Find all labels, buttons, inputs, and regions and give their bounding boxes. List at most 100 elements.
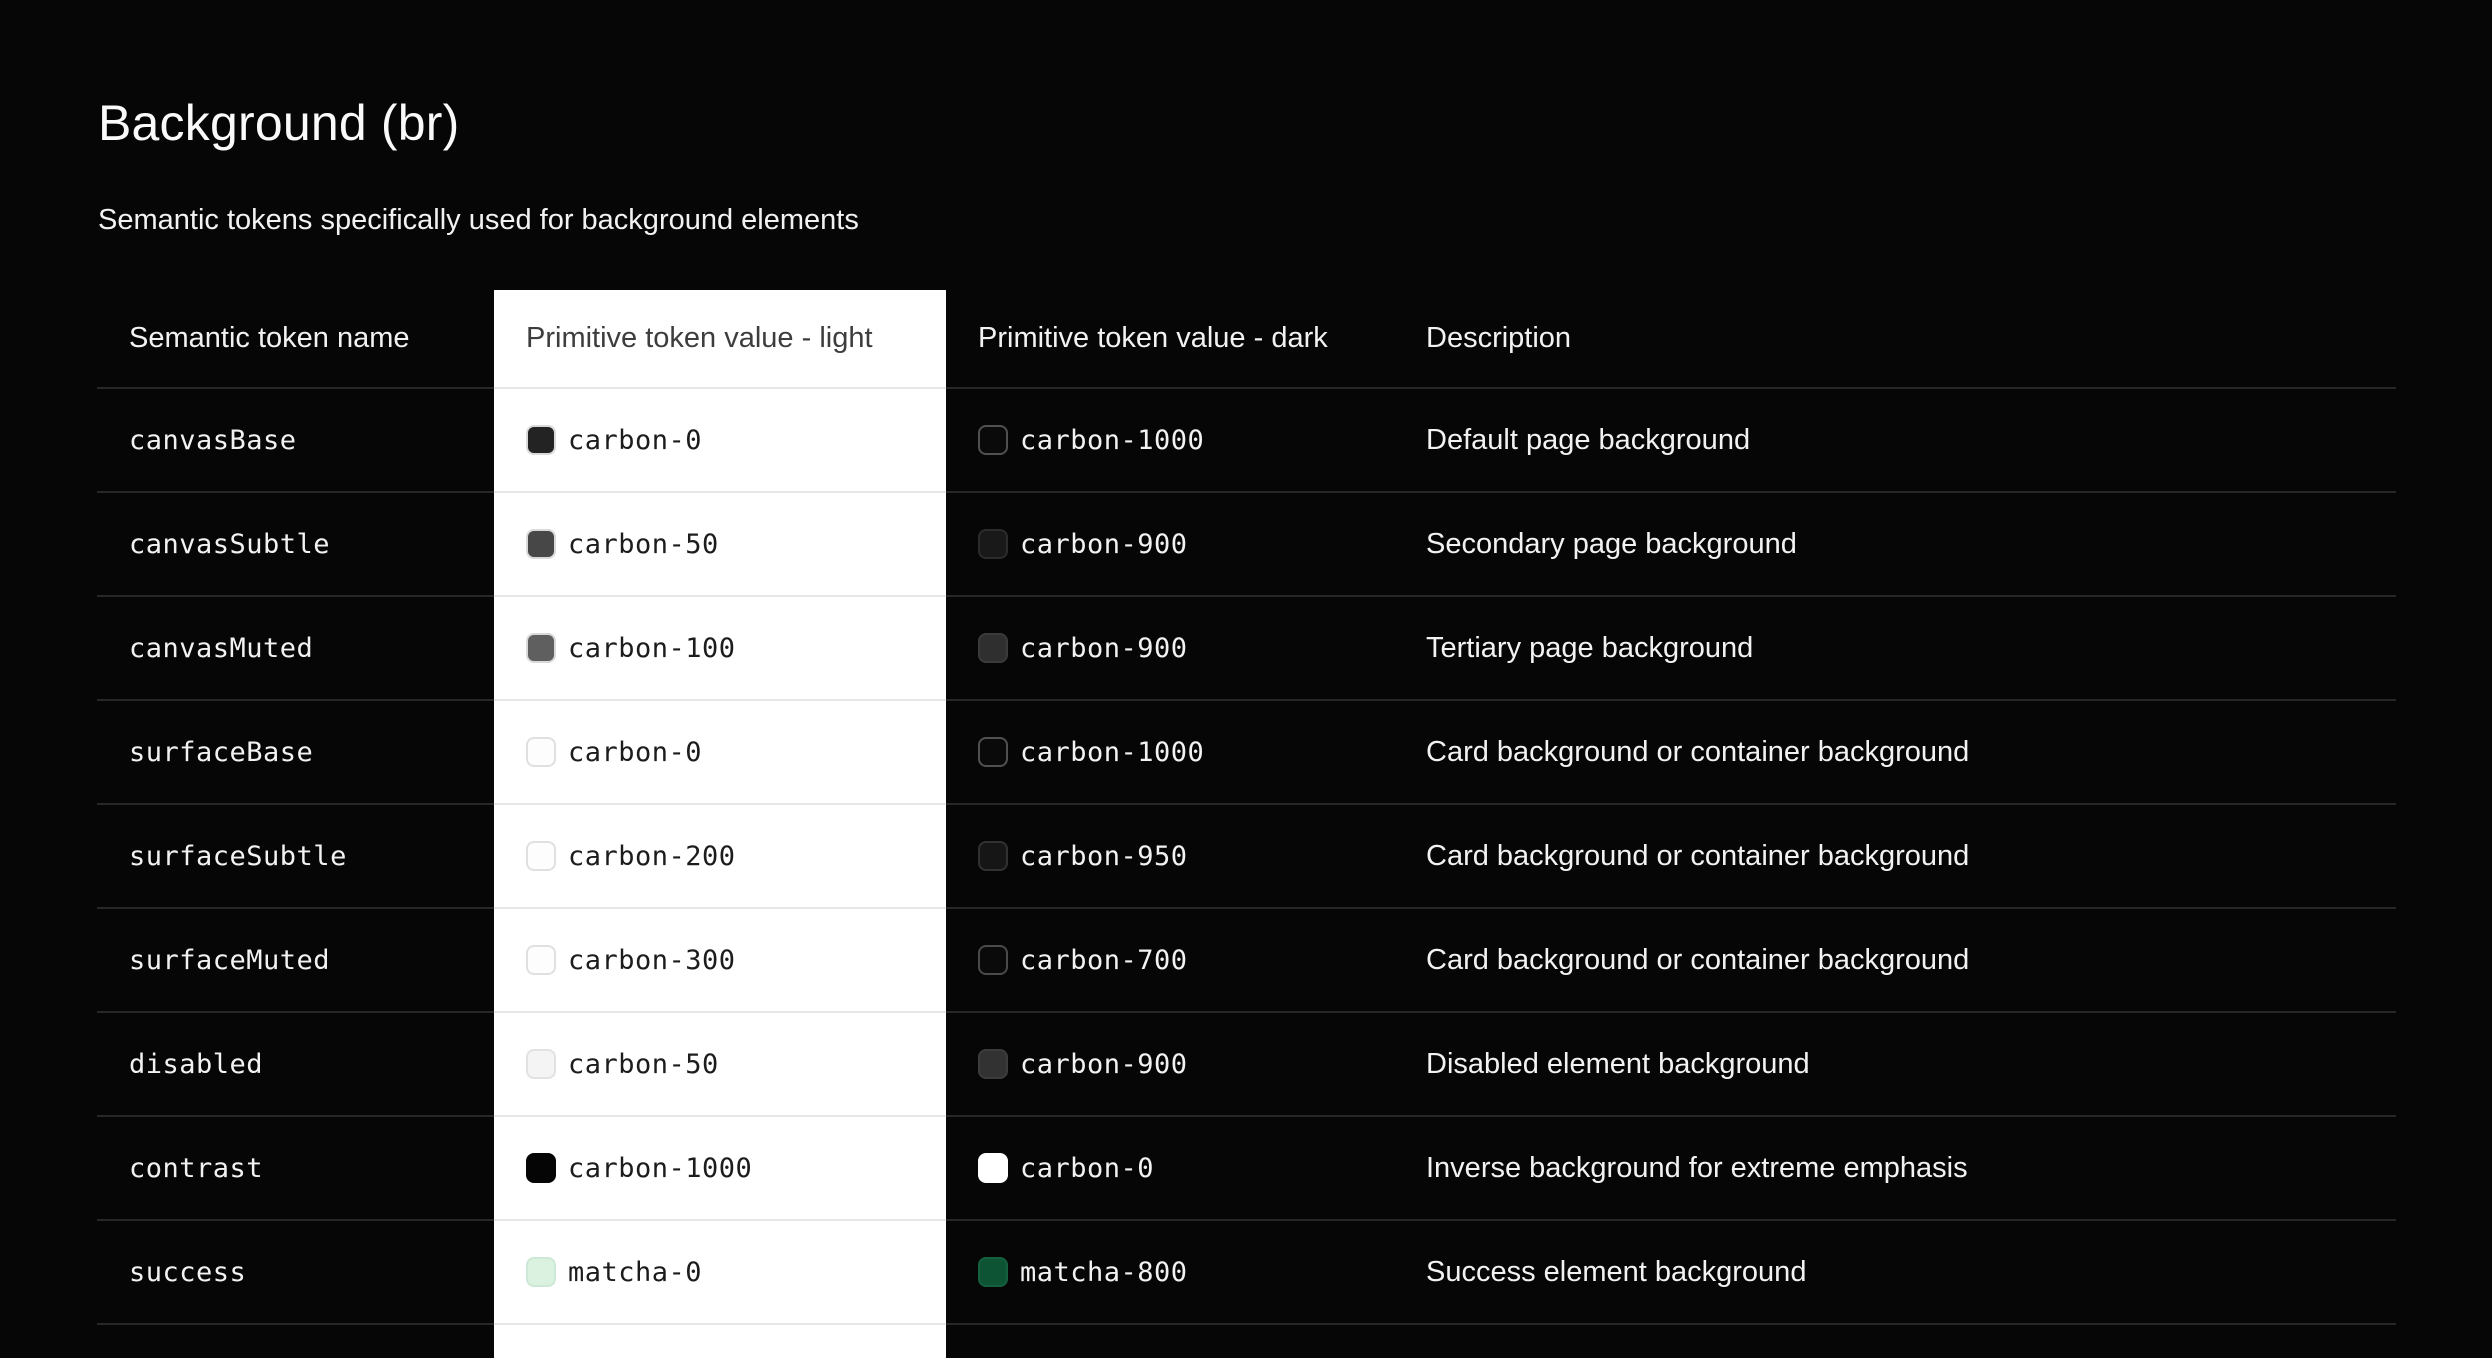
- light-color-swatch: [526, 633, 556, 663]
- token-description: Inverse background for extreme emphasis: [1426, 1151, 1968, 1184]
- light-value-cell: carbon-1000: [494, 1117, 946, 1221]
- token-name: disabled: [129, 1048, 264, 1080]
- dark-color-swatch: [978, 425, 1008, 455]
- dark-value-cell: carbon-900: [946, 1013, 1394, 1117]
- dark-value-cell: carbon-0: [946, 1117, 1394, 1221]
- light-value-cell: carbon-0: [494, 389, 946, 493]
- dark-value-cell: carbon-950: [946, 805, 1394, 909]
- dark-color-swatch: [978, 841, 1008, 871]
- dark-color-swatch: [978, 945, 1008, 975]
- description-cell: Tertiary page background: [1394, 597, 2396, 701]
- dark-value-cell: carbon-1000: [946, 389, 1394, 493]
- page-title: Background (br): [98, 95, 460, 151]
- light-token-value: carbon-0: [568, 424, 703, 456]
- light-color-swatch: [526, 1049, 556, 1079]
- dark-token-value: carbon-1000: [1020, 424, 1205, 456]
- light-token-value: carbon-50: [568, 1048, 719, 1080]
- table-row: canvasSubtle carbon-50 carbon-900 Secondary…: [97, 493, 2396, 597]
- token-name: canvasSubtle: [129, 528, 331, 560]
- table-body: canvasBase carbon-0 carbon-1000 Default pag…: [97, 389, 2396, 1325]
- dark-token-value: carbon-1000: [1020, 736, 1205, 768]
- token-name: surfaceSubtle: [129, 840, 347, 872]
- table-row: canvasMuted carbon-100 carbon-900 Tertiary …: [97, 597, 2396, 701]
- dark-color-swatch: [978, 1049, 1008, 1079]
- table-row: surfaceBase carbon-0 carbon-1000 Card backg…: [97, 701, 2396, 805]
- table-row: surfaceSubtle carbon-200 carbon-950 Card ba…: [97, 805, 2396, 909]
- token-name-cell: canvasSubtle: [97, 493, 494, 597]
- token-name-cell: contrast: [97, 1117, 494, 1221]
- dark-color-swatch: [978, 529, 1008, 559]
- light-color-swatch: [526, 1257, 556, 1287]
- token-name-cell: surfaceBase: [97, 701, 494, 805]
- light-color-swatch: [526, 737, 556, 767]
- light-token-value: carbon-1000: [568, 1152, 753, 1184]
- light-value-cell: carbon-200: [494, 805, 946, 909]
- token-name-cell: canvasMuted: [97, 597, 494, 701]
- token-name: surfaceMuted: [129, 944, 331, 976]
- dark-token-value: carbon-700: [1020, 944, 1188, 976]
- token-description: Secondary page background: [1426, 527, 1797, 560]
- dark-token-value: carbon-0: [1020, 1152, 1155, 1184]
- token-name: success: [129, 1256, 247, 1288]
- table-row: surfaceMuted carbon-300 carbon-700 Card bac…: [97, 909, 2396, 1013]
- description-cell: Disabled element background: [1394, 1013, 2396, 1117]
- light-value-cell: carbon-0: [494, 701, 946, 805]
- column-header-description: Description: [1394, 290, 2396, 389]
- token-name: surfaceBase: [129, 736, 314, 768]
- light-value-cell: carbon-50: [494, 493, 946, 597]
- token-description: Tertiary page background: [1426, 631, 1754, 664]
- light-value-cell: carbon-50: [494, 1013, 946, 1117]
- description-cell: Success element background: [1394, 1221, 2396, 1325]
- table-row: disabled carbon-50 carbon-900 Disabled elem…: [97, 1013, 2396, 1117]
- light-token-value: carbon-300: [568, 944, 736, 976]
- light-token-value: carbon-50: [568, 528, 719, 560]
- description-cell: Card background or container background: [1394, 805, 2396, 909]
- dark-color-swatch: [978, 1257, 1008, 1287]
- partial-cell: [946, 1325, 1394, 1358]
- description-cell: Default page background: [1394, 389, 2396, 493]
- light-token-value: carbon-100: [568, 632, 736, 664]
- light-color-swatch: [526, 425, 556, 455]
- token-description: Default page background: [1426, 423, 1751, 456]
- dark-value-cell: carbon-900: [946, 597, 1394, 701]
- token-name: canvasMuted: [129, 632, 314, 664]
- description-cell: Inverse background for extreme emphasis: [1394, 1117, 2396, 1221]
- partial-next-row: [97, 1325, 2396, 1358]
- page-subtitle: Semantic tokens specifically used for ba…: [98, 204, 859, 236]
- light-color-swatch: [526, 945, 556, 975]
- dark-color-swatch: [978, 737, 1008, 767]
- dark-color-swatch: [978, 633, 1008, 663]
- dark-token-value: carbon-950: [1020, 840, 1188, 872]
- token-table: Semantic token name Primitive token valu…: [97, 290, 2396, 1358]
- light-color-swatch: [526, 529, 556, 559]
- token-description: Card background or container background: [1426, 943, 1970, 976]
- partial-cell: [97, 1325, 494, 1358]
- token-description: Card background or container background: [1426, 839, 1970, 872]
- token-name-cell: success: [97, 1221, 494, 1325]
- dark-token-value: carbon-900: [1020, 528, 1188, 560]
- table-row: contrast carbon-1000 carbon-0 Inverse backg…: [97, 1117, 2396, 1221]
- column-header-primitive-value-dark: Primitive token value - dark: [946, 290, 1394, 389]
- light-token-value: carbon-0: [568, 736, 703, 768]
- dark-token-value: carbon-900: [1020, 1048, 1188, 1080]
- dark-value-cell: carbon-700: [946, 909, 1394, 1013]
- light-token-value: matcha-0: [568, 1256, 703, 1288]
- dark-value-cell: carbon-900: [946, 493, 1394, 597]
- dark-value-cell: matcha-800: [946, 1221, 1394, 1325]
- description-cell: Card background or container background: [1394, 701, 2396, 805]
- table-row: canvasBase carbon-0 carbon-1000 Default pag…: [97, 389, 2396, 493]
- partial-cell: [1394, 1325, 2396, 1358]
- token-name-cell: surfaceSubtle: [97, 805, 494, 909]
- token-name: canvasBase: [129, 424, 297, 456]
- description-cell: Secondary page background: [1394, 493, 2396, 597]
- light-value-cell: carbon-100: [494, 597, 946, 701]
- dark-color-swatch: [978, 1153, 1008, 1183]
- table-row: success matcha-0 matcha-800 Success element…: [97, 1221, 2396, 1325]
- token-name-cell: disabled: [97, 1013, 494, 1117]
- token-description: Card background or container background: [1426, 735, 1970, 768]
- dark-token-value: carbon-900: [1020, 632, 1188, 664]
- light-value-cell: carbon-300: [494, 909, 946, 1013]
- light-color-swatch: [526, 1153, 556, 1183]
- token-description: Disabled element background: [1426, 1047, 1810, 1080]
- light-value-cell: matcha-0: [494, 1221, 946, 1325]
